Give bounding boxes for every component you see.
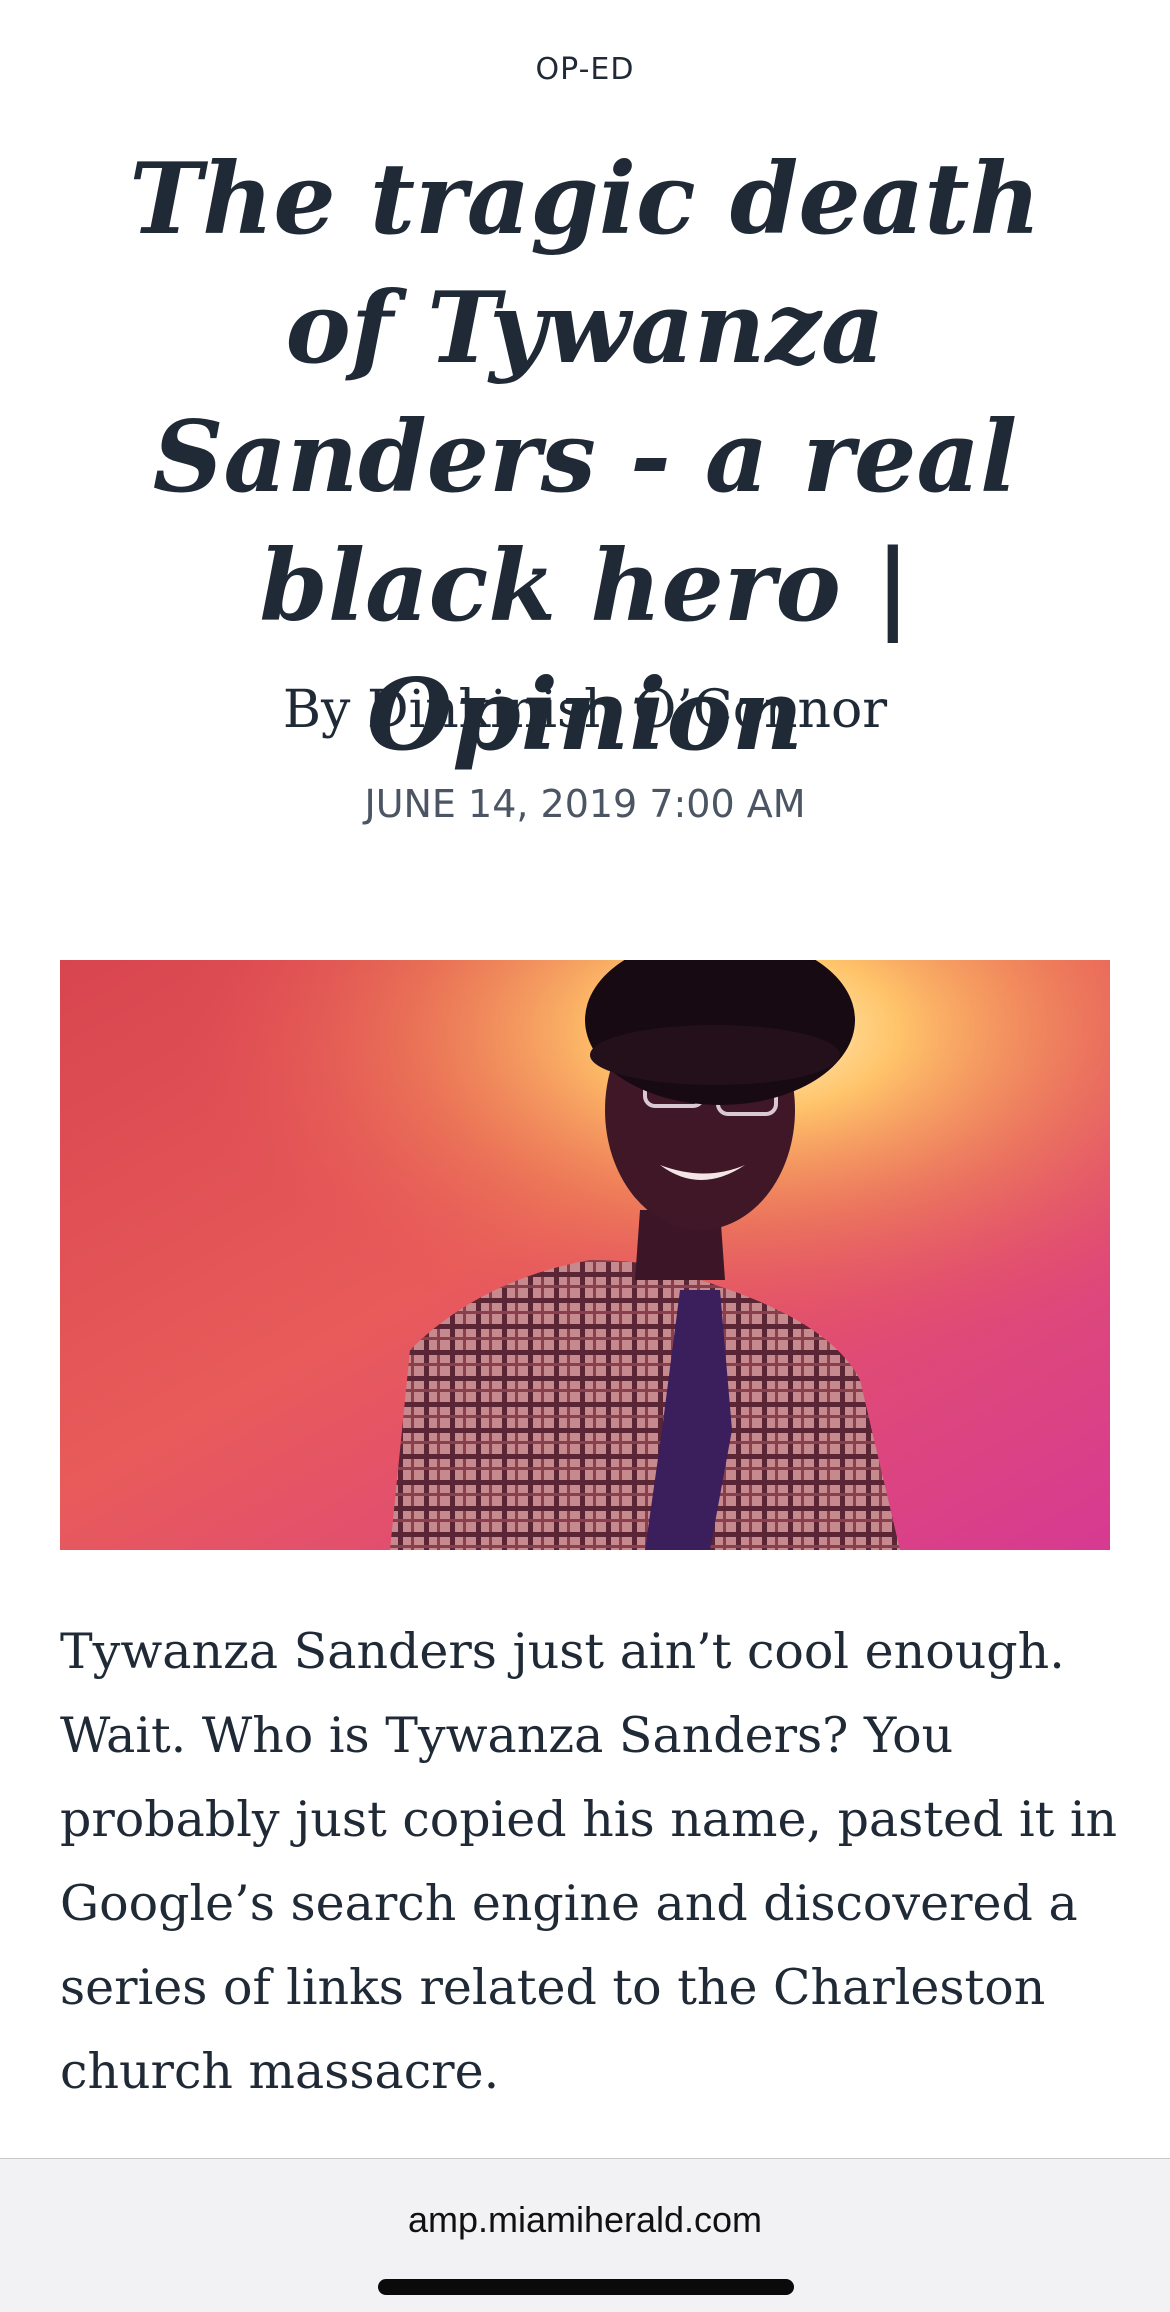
article-dateline: JUNE 14, 2019 7:00 AM (364, 782, 806, 826)
article-paragraph: Tywanza Sanders just ain’t cool enough. … (60, 1623, 1118, 2100)
browser-address-bar[interactable]: amp.miamiherald.com (0, 2158, 1170, 2312)
hero-photo-graphic (60, 960, 1110, 1550)
url-label[interactable]: amp.miamiherald.com (0, 2199, 1170, 2241)
section-label[interactable]: OP-ED (0, 52, 1170, 87)
article-byline[interactable]: By Dinkinish O’Connor (0, 680, 1170, 740)
article: OP-ED The tragic death of Tywanza Sander… (0, 0, 1170, 2158)
hero-image[interactable] (60, 960, 1110, 1550)
home-indicator[interactable] (378, 2279, 794, 2295)
